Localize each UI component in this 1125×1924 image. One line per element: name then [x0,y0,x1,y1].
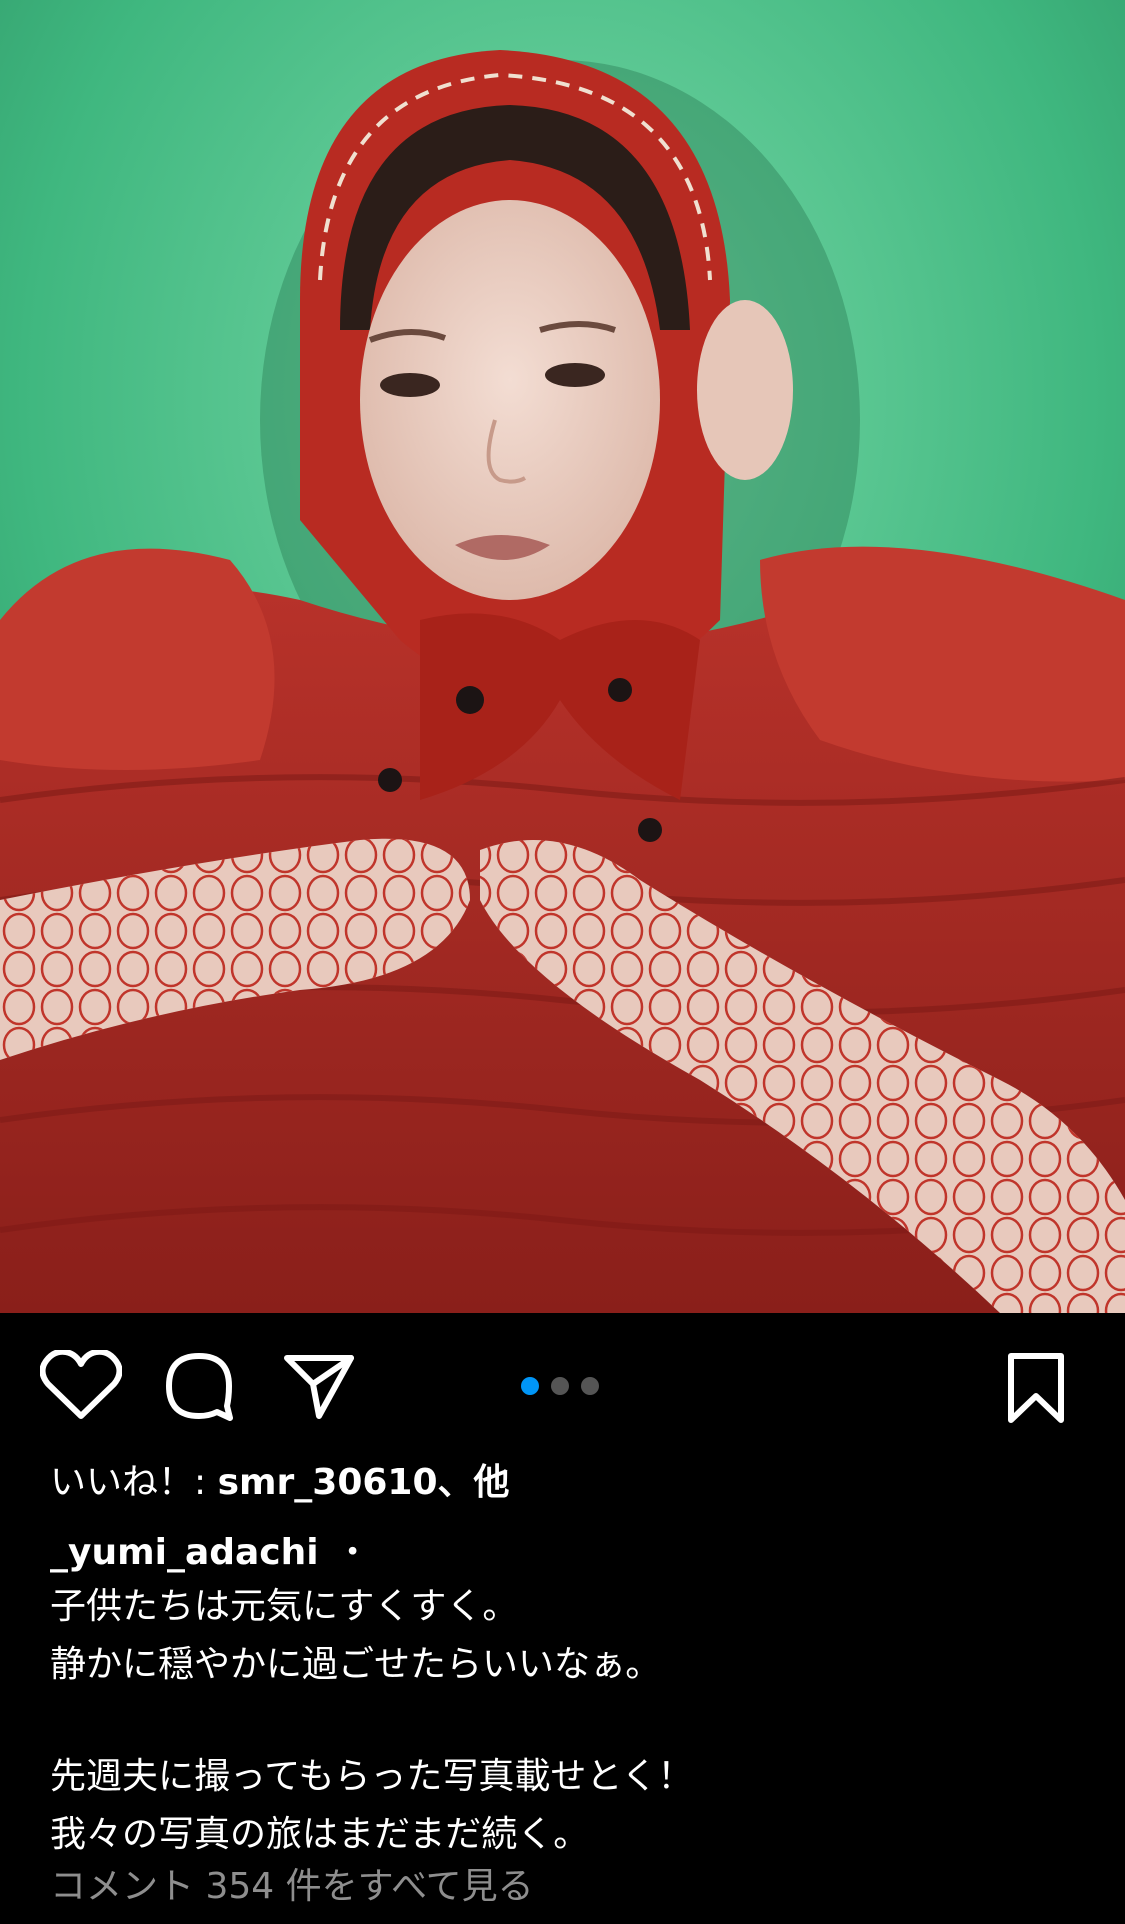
likes-prefix: いいね！: [50,1462,218,1503]
caption-line: 静かに穏やかに過ごせたらいいなぁ。 [50,1644,662,1685]
post-image-illustration [0,0,1125,1313]
likes-summary[interactable]: いいね！: smr_30610、他 [50,1458,510,1508]
caption-line: 子供たちは元気にすくすく。 [50,1586,519,1627]
carousel-indicator [521,1377,599,1395]
likes-suffix: 、他 [437,1462,510,1503]
comment-bubble-icon[interactable] [163,1350,235,1422]
paper-plane-icon[interactable] [283,1352,355,1420]
bookmark-icon[interactable] [1005,1352,1067,1424]
caption-line: 先週夫に撮ってもらった写真載せとく！ [50,1756,694,1797]
carousel-dot [551,1377,569,1395]
view-all-comments-link[interactable]: コメント 354 件をすべて見る [50,1862,534,1912]
carousel-dot-active [521,1377,539,1395]
caption-username-link[interactable]: _yumi_adachi [50,1532,319,1573]
carousel-dot [581,1377,599,1395]
caption-separator: ・ [334,1532,371,1573]
caption-header: _yumi_adachi ・ [50,1528,371,1578]
likes-user-link[interactable]: smr_30610 [218,1462,438,1503]
post-image[interactable] [0,0,1125,1313]
caption-line: 我々の写真の旅はまだまだ続く。 [50,1814,590,1855]
heart-icon[interactable] [40,1350,122,1422]
